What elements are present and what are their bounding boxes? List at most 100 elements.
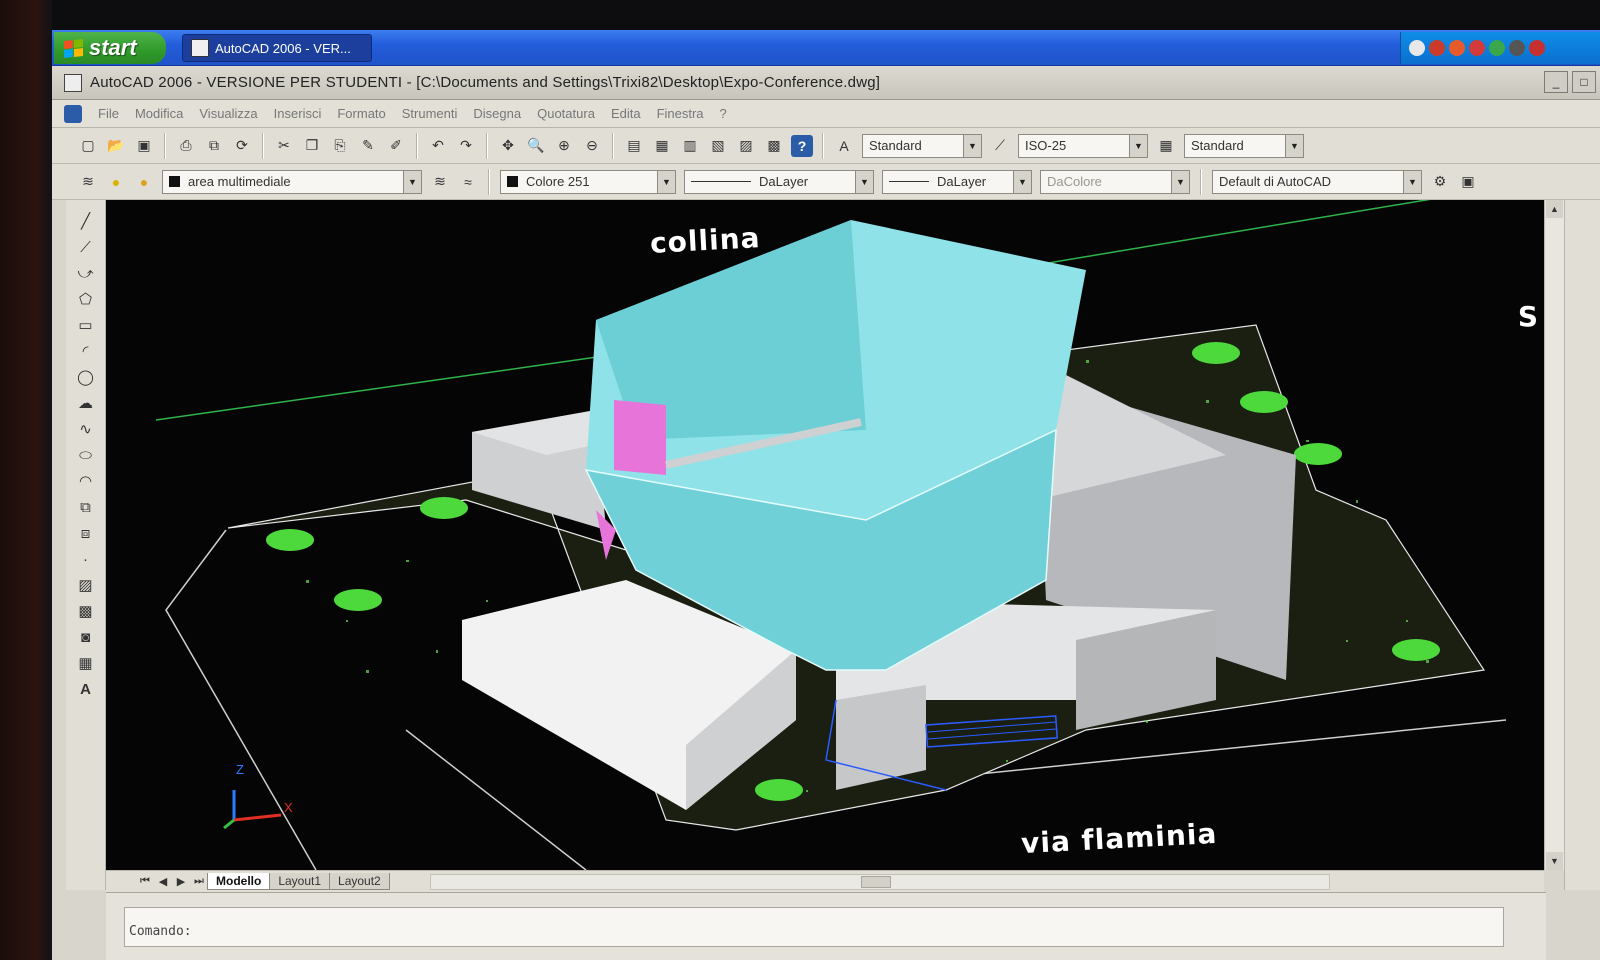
chevron-down-icon: ▼ — [1129, 134, 1147, 157]
design-center-icon[interactable]: ▦ — [651, 135, 673, 157]
copy-icon[interactable]: ❐ — [301, 135, 323, 157]
plot-preview-icon[interactable]: ⧉ — [203, 135, 225, 157]
start-button[interactable]: start — [54, 32, 166, 64]
make-current-layer-icon[interactable]: ≋ — [429, 171, 451, 193]
tray-icon[interactable] — [1469, 40, 1485, 56]
tray-icon[interactable] — [1429, 40, 1445, 56]
command-input[interactable]: Comando: — [124, 907, 1504, 947]
drawing-viewport[interactable]: Z X collina via flaminia S — [106, 200, 1544, 870]
menu-modifica[interactable]: Modifica — [127, 106, 191, 121]
vertical-scrollbar[interactable]: ▲ ▼ — [1544, 200, 1564, 870]
menu-inserisci[interactable]: Inserisci — [266, 106, 330, 121]
menu-finestra[interactable]: Finestra — [649, 106, 712, 121]
first-tab-icon[interactable]: ⏮ — [136, 875, 154, 888]
undo-icon[interactable]: ↶ — [427, 135, 449, 157]
menu-file[interactable]: File — [90, 106, 127, 121]
tab-layout1[interactable]: Layout1 — [269, 873, 331, 890]
table-icon[interactable]: ▦ — [74, 652, 98, 674]
color-select[interactable]: Colore 251 ▼ — [500, 169, 676, 194]
workspace-save-icon[interactable]: ▣ — [1457, 171, 1479, 193]
point-icon[interactable]: · — [74, 548, 98, 570]
publish-icon[interactable]: ⟳ — [231, 135, 253, 157]
horizontal-scrollbar[interactable] — [429, 873, 1330, 890]
menu-quotatura[interactable]: Quotatura — [529, 106, 603, 121]
sheet-set-icon[interactable]: ▧ — [707, 135, 729, 157]
properties-icon[interactable]: ▤ — [623, 135, 645, 157]
tray-icon[interactable] — [1409, 40, 1425, 56]
gradient-icon[interactable]: ▩ — [74, 600, 98, 622]
tab-modello[interactable]: Modello — [207, 873, 271, 890]
pan-icon[interactable]: ✥ — [497, 135, 519, 157]
circle-icon[interactable]: ◯ — [74, 366, 98, 388]
chevron-down-icon: ▼ — [1403, 170, 1421, 193]
next-tab-icon[interactable]: ▶ — [172, 875, 190, 888]
block-editor-icon[interactable]: ✐ — [385, 135, 407, 157]
layer-select[interactable]: area multimediale ▼ — [162, 169, 422, 194]
zoom-realtime-icon[interactable]: 🔍 — [525, 135, 547, 157]
match-properties-icon[interactable]: ✎ — [357, 135, 379, 157]
ellipse-icon[interactable]: ⬭ — [74, 444, 98, 466]
new-icon[interactable]: ▢ — [77, 135, 99, 157]
zoom-previous-icon[interactable]: ⊖ — [581, 135, 603, 157]
revision-cloud-icon[interactable]: ☁ — [74, 392, 98, 414]
make-block-icon[interactable]: ⧈ — [74, 522, 98, 544]
multiline-text-icon[interactable]: A — [74, 678, 98, 700]
tool-palettes-icon[interactable]: ▥ — [679, 135, 701, 157]
linetype-preview — [691, 181, 751, 182]
scroll-thumb[interactable] — [860, 875, 891, 888]
menu-disegna[interactable]: Disegna — [465, 106, 529, 121]
polyline-icon[interactable]: ⤻ — [74, 262, 98, 284]
last-tab-icon[interactable]: ⏭ — [190, 875, 208, 888]
insert-block-icon[interactable]: ⧉ — [74, 496, 98, 518]
arc-icon[interactable]: ◜ — [74, 340, 98, 362]
line-icon[interactable]: ╱ — [74, 210, 98, 232]
dim-style-select[interactable]: ISO-25 ▼ — [1018, 133, 1148, 158]
menu-visualizza[interactable]: Visualizza — [191, 106, 265, 121]
menu-strumenti[interactable]: Strumenti — [394, 106, 466, 121]
document-menu-icon[interactable] — [64, 104, 82, 123]
markup-icon[interactable]: ▨ — [735, 135, 757, 157]
tray-icon[interactable] — [1509, 40, 1525, 56]
prev-tab-icon[interactable]: ◀ — [154, 875, 172, 888]
open-icon[interactable]: 📂 — [105, 135, 127, 157]
redo-icon[interactable]: ↷ — [455, 135, 477, 157]
chevron-down-icon[interactable]: ▼ — [1546, 852, 1563, 870]
tab-layout2[interactable]: Layout2 — [329, 873, 390, 890]
screen: start AutoCAD 2006 - VER... AutoCAD 2006… — [52, 30, 1600, 960]
linetype-select[interactable]: DaLayer ▼ — [684, 169, 874, 194]
rectangle-icon[interactable]: ▭ — [74, 314, 98, 336]
menu-help[interactable]: ? — [712, 106, 735, 121]
spline-icon[interactable]: ∿ — [74, 418, 98, 440]
region-icon[interactable]: ◙ — [74, 626, 98, 648]
layer-previous-icon[interactable]: ≈ — [457, 171, 479, 193]
table-style-select[interactable]: Standard ▼ — [1184, 133, 1304, 158]
save-icon[interactable]: ▣ — [133, 135, 155, 157]
autocad-icon — [191, 39, 209, 57]
text-style-select[interactable]: Standard ▼ — [862, 133, 982, 158]
lineweight-select[interactable]: DaLayer ▼ — [882, 169, 1032, 194]
hatch-icon[interactable]: ▨ — [74, 574, 98, 596]
tray-icon[interactable] — [1489, 40, 1505, 56]
chevron-down-icon: ▼ — [855, 170, 873, 193]
minimize-button[interactable]: _ — [1544, 71, 1568, 93]
workspace-select[interactable]: Default di AutoCAD ▼ — [1212, 169, 1422, 194]
chevron-up-icon[interactable]: ▲ — [1546, 200, 1563, 218]
workspace-settings-icon[interactable]: ⚙ — [1429, 171, 1451, 193]
menu-edita[interactable]: Edita — [603, 106, 649, 121]
tray-icon[interactable] — [1449, 40, 1465, 56]
plot-icon[interactable]: ⎙ — [175, 135, 197, 157]
help-icon[interactable]: ? — [791, 134, 813, 157]
taskbar-item-autocad[interactable]: AutoCAD 2006 - VER... — [182, 34, 372, 62]
polygon-icon[interactable]: ⬠ — [74, 288, 98, 310]
ellipse-arc-icon[interactable]: ◠ — [74, 470, 98, 492]
paste-icon[interactable]: ⎘ — [329, 135, 351, 157]
cut-icon[interactable]: ✂ — [273, 135, 295, 157]
construction-line-icon[interactable]: ⟋ — [74, 236, 98, 258]
maximize-button[interactable]: □ — [1572, 71, 1596, 93]
menu-formato[interactable]: Formato — [329, 106, 393, 121]
separator — [612, 132, 614, 159]
calculator-icon[interactable]: ▩ — [763, 135, 785, 157]
zoom-window-icon[interactable]: ⊕ — [553, 135, 575, 157]
tray-icon[interactable] — [1529, 40, 1545, 56]
layer-manager-icon[interactable]: ≋ — [77, 171, 99, 193]
